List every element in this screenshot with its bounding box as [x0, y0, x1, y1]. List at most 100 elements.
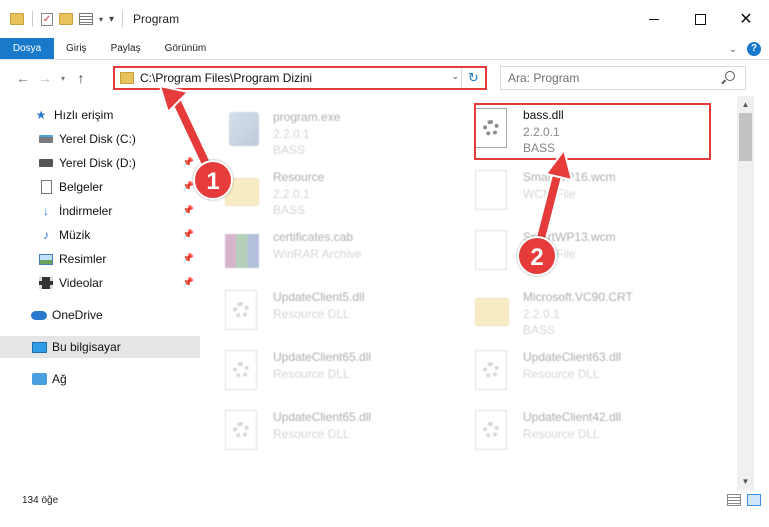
- cloud-icon: [31, 308, 47, 322]
- tab-file[interactable]: Dosya: [0, 38, 54, 59]
- properties-check-icon[interactable]: ✓: [41, 12, 53, 26]
- sidebar-item-label: Belgeler: [59, 180, 104, 194]
- file-name: Microsoft.VC90.CRT: [523, 290, 633, 304]
- file-name: program.exe: [273, 110, 341, 124]
- folder-icon: [10, 13, 24, 25]
- file-detail: Resource DLL: [273, 307, 350, 321]
- refresh-icon[interactable]: ↻: [461, 68, 485, 88]
- drive-icon: [38, 156, 54, 170]
- drive-icon: [38, 132, 54, 146]
- quick-access-toolbar: ✓ ▾ ▾: [0, 0, 125, 38]
- pin-icon[interactable]: 📌: [183, 229, 194, 240]
- sidebar-item-quick-access[interactable]: ★ Hızlı erişim: [0, 104, 200, 126]
- pin-icon[interactable]: 📌: [183, 277, 194, 288]
- sidebar-item-documents[interactable]: Belgeler 📌: [0, 176, 200, 198]
- sidebar-item-downloads[interactable]: ↓ İndirmeler 📌: [0, 200, 200, 222]
- file-icon: [475, 170, 507, 210]
- sidebar-item-videos[interactable]: Videolar 📌: [0, 272, 200, 294]
- file-tile[interactable]: SmartWP16.wcm WCM File: [453, 164, 683, 220]
- sidebar-item-label: Bu bilgisayar: [52, 340, 121, 354]
- file-name: UpdateClient65.dll: [273, 350, 372, 364]
- pin-icon[interactable]: 📌: [183, 157, 194, 168]
- step-1-badge: 1: [193, 160, 233, 200]
- divider: [122, 11, 124, 27]
- file-detail: Resource DLL: [273, 427, 350, 441]
- address-bar[interactable]: C:\Program Files\Program Dizini ⌄ ↻: [113, 66, 487, 90]
- up-arrow-icon[interactable]: ↑: [70, 70, 92, 86]
- file-tile[interactable]: UpdateClient63.dll Resource DLL: [453, 344, 683, 400]
- file-name: UpdateClient5.dll: [273, 290, 365, 304]
- minimize-button[interactable]: [631, 0, 677, 38]
- tab-view[interactable]: Görünüm: [153, 38, 219, 59]
- sidebar-item-label: Videolar: [59, 276, 103, 290]
- search-input[interactable]: [508, 71, 708, 85]
- window-title: Program: [133, 12, 180, 26]
- file-tile[interactable]: program.exe 2.2.0.1 BASS: [203, 104, 433, 160]
- new-folder-icon[interactable]: [59, 13, 73, 25]
- customize-toolbar-icon[interactable]: ▾: [109, 14, 114, 25]
- file-tile[interactable]: UpdateClient5.dll Resource DLL: [203, 284, 433, 340]
- tab-home[interactable]: Giriş: [54, 38, 99, 59]
- tiles-view-icon[interactable]: [747, 494, 761, 506]
- computer-icon: [31, 340, 47, 354]
- scroll-up-icon[interactable]: ▲: [737, 96, 754, 113]
- dll-file-icon: [225, 350, 257, 390]
- recent-locations-icon[interactable]: ▾: [56, 74, 70, 83]
- search-icon[interactable]: [725, 71, 735, 81]
- file-tile[interactable]: certificates.cab WinRAR Archive: [203, 224, 433, 280]
- sidebar-item-music[interactable]: ♪ Müzik 📌: [0, 224, 200, 246]
- sidebar-item-local-disk-c[interactable]: Yerel Disk (C:): [0, 128, 200, 150]
- folder-icon: [475, 298, 509, 326]
- window-controls: ✕: [631, 0, 769, 38]
- dll-file-icon: [225, 410, 257, 450]
- sidebar-item-local-disk-d[interactable]: Yerel Disk (D:) 📌: [0, 152, 200, 174]
- forward-arrow-icon[interactable]: →: [34, 70, 56, 86]
- details-view-icon[interactable]: [727, 494, 741, 506]
- file-detail: 2.2.0.1: [523, 307, 560, 321]
- dll-file-icon: [475, 410, 507, 450]
- pin-icon[interactable]: 📌: [183, 205, 194, 216]
- archive-icon: [225, 234, 259, 268]
- file-tile[interactable]: UpdateClient65.dll Resource DLL: [203, 404, 433, 460]
- pin-icon[interactable]: 📌: [183, 253, 194, 264]
- sidebar-item-pictures[interactable]: Resimler 📌: [0, 248, 200, 270]
- sidebar-item-this-pc[interactable]: Bu bilgisayar: [0, 336, 200, 358]
- chevron-down-icon[interactable]: ▾: [99, 15, 103, 24]
- sidebar-item-network[interactable]: Ağ: [0, 368, 200, 390]
- search-box[interactable]: [500, 66, 746, 90]
- sidebar-item-onedrive[interactable]: OneDrive: [0, 304, 200, 326]
- file-detail: BASS: [273, 143, 306, 157]
- status-bar: 134 öğe: [0, 490, 769, 510]
- file-tile[interactable]: UpdateClient65.dll Resource DLL: [203, 344, 433, 400]
- scroll-down-icon[interactable]: ▼: [737, 473, 754, 490]
- tab-share[interactable]: Paylaş: [99, 38, 153, 59]
- file-detail: 2.2.0.1: [273, 187, 310, 201]
- file-tile[interactable]: SmartWP13.wcm WCM File: [453, 224, 683, 280]
- file-detail: BASS: [523, 323, 556, 337]
- expand-ribbon-icon[interactable]: ⌄: [729, 44, 737, 55]
- file-detail: WCM File: [523, 187, 576, 201]
- file-detail: 2.2.0.1: [273, 127, 310, 141]
- navigation-pane: ★ Hızlı erişim Yerel Disk (C:) Yerel Dis…: [0, 100, 200, 480]
- scroll-thumb[interactable]: [739, 113, 752, 161]
- back-arrow-icon[interactable]: ←: [12, 70, 34, 86]
- vertical-scrollbar[interactable]: ▲ ▼: [737, 96, 754, 490]
- file-tile[interactable]: Resource 2.2.0.1 BASS: [203, 164, 433, 220]
- chevron-down-icon[interactable]: ⌄: [451, 71, 459, 82]
- sidebar-item-label: Ağ: [52, 372, 67, 386]
- file-tile[interactable]: Microsoft.VC90.CRT 2.2.0.1 BASS: [453, 284, 683, 340]
- title-bar: ✓ ▾ ▾ Program ✕: [0, 0, 769, 38]
- view-properties-icon[interactable]: [79, 13, 93, 25]
- close-button[interactable]: ✕: [723, 0, 769, 38]
- file-icon: [475, 230, 507, 270]
- step-2-badge: 2: [517, 236, 557, 276]
- file-detail: Resource DLL: [523, 367, 600, 381]
- file-tile[interactable]: UpdateClient42.dll Resource DLL: [453, 404, 683, 460]
- address-path[interactable]: C:\Program Files\Program Dizini: [140, 71, 312, 85]
- help-icon[interactable]: ?: [747, 42, 761, 56]
- maximize-button[interactable]: [677, 0, 723, 38]
- music-icon: ♪: [43, 228, 49, 242]
- file-list: program.exe 2.2.0.1 BASS bass.dll 2.2.0.…: [203, 96, 737, 482]
- file-name: UpdateClient42.dll: [523, 410, 622, 424]
- file-detail: WinRAR Archive: [273, 247, 362, 261]
